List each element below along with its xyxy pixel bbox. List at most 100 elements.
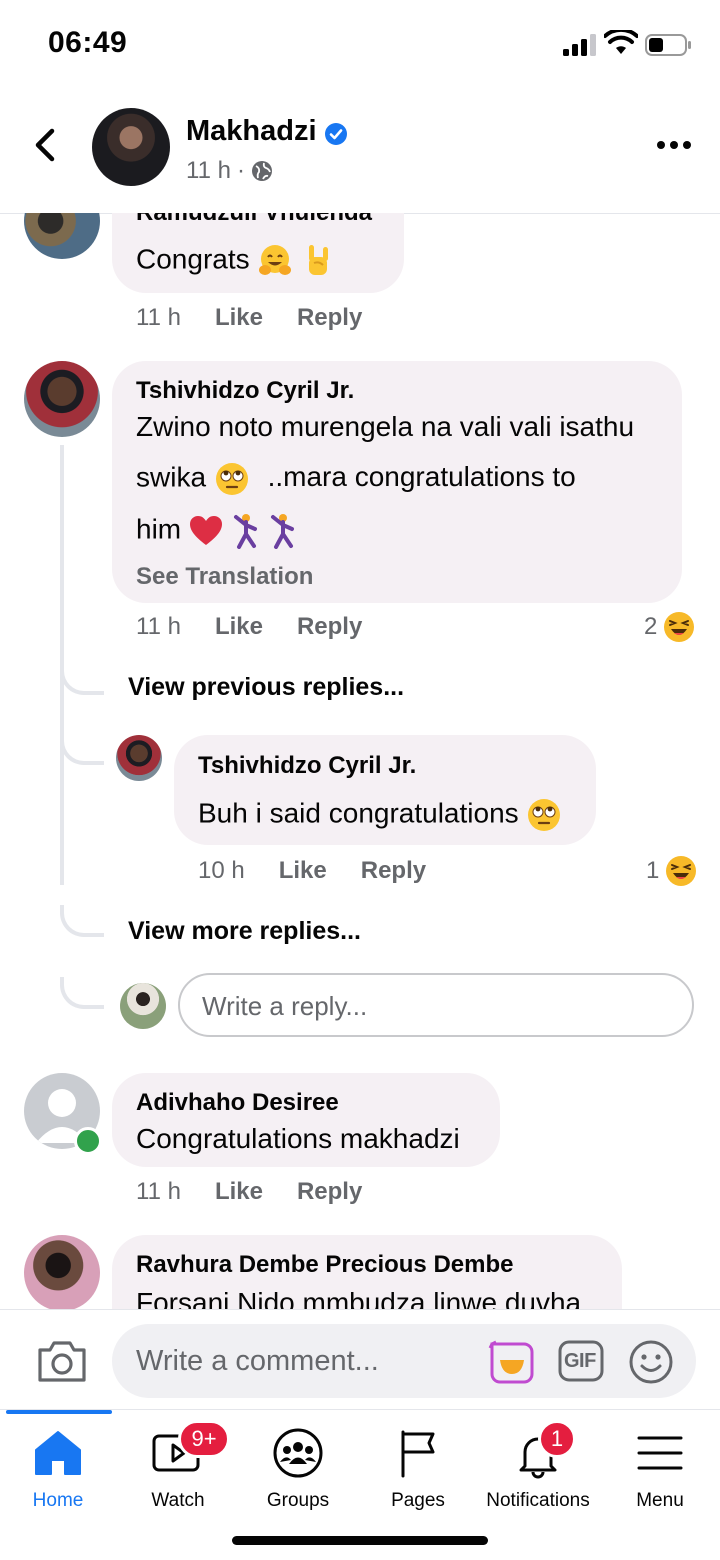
see-translation-link[interactable]: See Translation bbox=[136, 563, 313, 591]
commenter-avatar[interactable] bbox=[24, 1235, 100, 1309]
view-previous-replies-link[interactable]: View previous replies... bbox=[128, 673, 404, 702]
tab-label: Pages bbox=[391, 1490, 445, 1511]
reply-input-placeholder: Write a reply... bbox=[202, 991, 368, 1021]
tab-label: Groups bbox=[266, 1490, 330, 1511]
post-meta: 11 h · bbox=[186, 157, 273, 185]
tab-watch[interactable]: Watch 9+ bbox=[118, 1410, 238, 1520]
comment-text-line: Zwino noto murengela na vali vali isathu bbox=[136, 411, 635, 442]
reaction-count: 2 bbox=[644, 613, 658, 640]
comment-author[interactable]: Adivhaho Desiree bbox=[136, 1089, 339, 1117]
comment-actions: 11 h Like Reply bbox=[136, 1178, 396, 1206]
dancing-man-emoji-icon bbox=[271, 514, 295, 549]
haha-reaction-icon bbox=[664, 612, 695, 642]
view-more-replies-link[interactable]: View more replies... bbox=[128, 917, 361, 946]
comment-text-line: him bbox=[136, 513, 298, 549]
status-time: 06:49 bbox=[48, 26, 128, 59]
reply-button[interactable]: Reply bbox=[361, 857, 426, 885]
like-button[interactable]: Like bbox=[215, 1178, 263, 1206]
reply-time: 10 h bbox=[198, 857, 245, 884]
commenter-avatar[interactable] bbox=[24, 213, 100, 259]
home-indicator bbox=[232, 1536, 488, 1545]
battery-icon bbox=[645, 34, 691, 56]
commenter-avatar[interactable] bbox=[24, 361, 100, 437]
reply-author[interactable]: Tshivhidzo Cyril Jr. bbox=[198, 752, 416, 780]
camera-icon[interactable] bbox=[36, 1338, 88, 1384]
watch-badge: 9+ bbox=[178, 1420, 230, 1458]
post-time: 11 h bbox=[186, 157, 231, 184]
menu-icon bbox=[637, 1436, 683, 1470]
bottom-navigation: Home Watch 9+ Groups Pages Notifications… bbox=[0, 1409, 720, 1560]
reply-text-content: Buh i said congratulations bbox=[198, 797, 519, 829]
comment-time: 11 h bbox=[136, 304, 181, 331]
comment-text-line: swika ..mara congratulations to bbox=[136, 461, 576, 497]
avatar-sticker-icon[interactable] bbox=[486, 1338, 534, 1386]
globe-icon bbox=[251, 161, 272, 181]
comment-text: Congratulations makhadzi bbox=[136, 1123, 460, 1154]
comment-author[interactable]: Ravhura Dembe Precious Dembe bbox=[136, 1251, 513, 1279]
like-button[interactable]: Like bbox=[279, 857, 327, 885]
reply-actions: 10 h Like Reply bbox=[198, 857, 460, 885]
reply-button[interactable]: Reply bbox=[297, 613, 362, 641]
eye-roll-emoji-icon bbox=[528, 799, 561, 831]
status-bar: 06:49 bbox=[0, 0, 720, 90]
tab-label: Menu bbox=[636, 1490, 684, 1511]
sign-of-horns-emoji-icon bbox=[309, 245, 329, 275]
like-button[interactable]: Like bbox=[215, 613, 263, 641]
comment-text-segment: swika bbox=[136, 461, 207, 493]
reaction-summary[interactable]: 2 bbox=[644, 611, 695, 643]
more-options-icon[interactable] bbox=[656, 139, 692, 151]
gif-label: GIF bbox=[564, 1350, 596, 1372]
wifi-icon bbox=[604, 30, 638, 54]
cellular-signal-icon bbox=[563, 34, 596, 56]
dancing-man-emoji-icon bbox=[233, 514, 257, 549]
comment-text-content: Congrats bbox=[136, 243, 250, 275]
thread-connector bbox=[60, 905, 104, 937]
comment-composer: Write a comment... GIF bbox=[0, 1309, 720, 1410]
eye-roll-emoji-icon bbox=[215, 463, 248, 495]
back-arrow-icon[interactable] bbox=[26, 125, 66, 165]
comment-author[interactable]: Tshivhidzo Cyril Jr. bbox=[136, 377, 354, 405]
current-user-avatar bbox=[120, 983, 166, 1029]
tab-label: Watch bbox=[151, 1490, 205, 1511]
comment-text: Congrats bbox=[136, 243, 335, 279]
notifications-badge: 1 bbox=[538, 1420, 576, 1458]
reply-input[interactable]: Write a reply... bbox=[178, 973, 694, 1037]
hugging-face-emoji-icon bbox=[259, 245, 292, 275]
thread-connector bbox=[60, 663, 104, 695]
page-name[interactable]: Makhadzi bbox=[186, 115, 317, 148]
red-heart-emoji-icon bbox=[189, 516, 222, 545]
reply-button[interactable]: Reply bbox=[297, 1178, 362, 1206]
tab-groups[interactable]: Groups bbox=[238, 1410, 358, 1520]
comment-text: Forsani Nido mmbudza linwe duvha bbox=[136, 1287, 582, 1309]
reply-text: Buh i said congratulations bbox=[198, 797, 562, 833]
meta-separator: · bbox=[236, 157, 245, 184]
haha-reaction-icon bbox=[666, 856, 697, 886]
tab-label: Home bbox=[32, 1490, 84, 1511]
comment-author[interactable]: Ramudzuli Vhulenda bbox=[136, 213, 372, 227]
emoji-icon[interactable] bbox=[628, 1339, 674, 1385]
tab-label: Notifications bbox=[486, 1490, 590, 1511]
tab-notifications[interactable]: Notifications 1 bbox=[478, 1410, 598, 1520]
home-icon bbox=[35, 1431, 81, 1475]
comment-text-segment: him bbox=[136, 513, 182, 545]
comment-actions: 11 h Like Reply bbox=[136, 304, 396, 332]
reply-author-avatar[interactable] bbox=[116, 735, 162, 781]
thread-connector bbox=[60, 733, 104, 765]
comment-text-segment: ..mara congratulations to bbox=[267, 461, 576, 493]
comments-feed[interactable]: Ramudzuli Vhulenda Congrats 11 h Like Re… bbox=[0, 213, 720, 1309]
tab-pages[interactable]: Pages bbox=[358, 1410, 478, 1520]
tab-menu[interactable]: Menu bbox=[600, 1410, 720, 1520]
online-status-dot bbox=[74, 1127, 102, 1155]
comment-input-placeholder: Write a comment... bbox=[136, 1345, 379, 1377]
reaction-summary[interactable]: 1 bbox=[646, 855, 697, 887]
tab-home[interactable]: Home bbox=[0, 1410, 118, 1520]
post-header: Makhadzi 11 h · bbox=[0, 95, 720, 214]
reply-button[interactable]: Reply bbox=[297, 304, 362, 332]
like-button[interactable]: Like bbox=[215, 304, 263, 332]
flag-icon bbox=[401, 1430, 435, 1478]
page-avatar[interactable] bbox=[92, 108, 170, 186]
comment-time: 11 h bbox=[136, 613, 181, 640]
thread-connector bbox=[60, 977, 104, 1009]
comment-input[interactable]: Write a comment... GIF bbox=[112, 1324, 696, 1398]
groups-icon bbox=[273, 1428, 323, 1478]
